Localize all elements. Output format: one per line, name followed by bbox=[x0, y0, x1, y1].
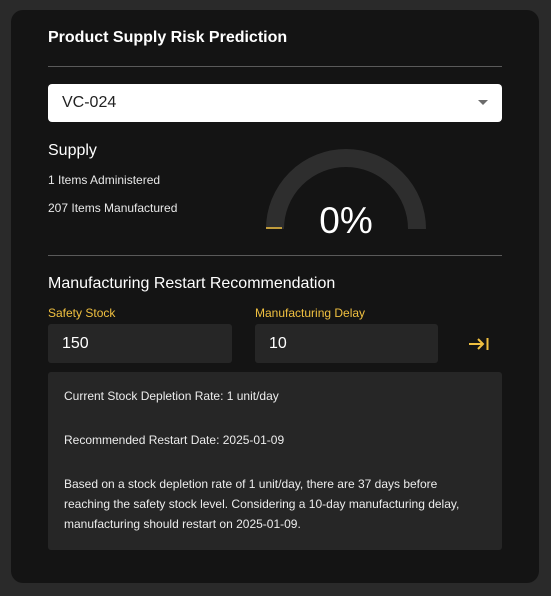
recommendation-result: Current Stock Depletion Rate: 1 unit/day… bbox=[48, 372, 502, 550]
calculate-restart-button[interactable] bbox=[465, 332, 493, 356]
card-title: Product Supply Risk Prediction bbox=[48, 29, 288, 46]
items-manufactured: 207 Items Manufactured bbox=[48, 201, 178, 215]
restart-date-text: Recommended Restart Date: 2025-01-09 bbox=[64, 433, 285, 447]
caret-down-icon[interactable] bbox=[478, 100, 488, 105]
product-select[interactable]: VC-024 bbox=[48, 84, 502, 122]
safety-stock-label: Safety Stock bbox=[48, 306, 116, 320]
items-administered: 1 Items Administered bbox=[48, 173, 161, 187]
depletion-rate-text: Current Stock Depletion Rate: 1 unit/day bbox=[64, 389, 279, 403]
supply-heading: Supply bbox=[48, 142, 97, 159]
safety-stock-input[interactable] bbox=[48, 324, 232, 363]
section-divider bbox=[48, 255, 502, 256]
supply-risk-card: Product Supply Risk Prediction VC-024 Su… bbox=[11, 10, 539, 583]
explanation-text: Based on a stock depletion rate of 1 uni… bbox=[64, 477, 460, 531]
manufacturing-delay-input[interactable] bbox=[255, 324, 438, 363]
gauge-percentage: 0% bbox=[319, 200, 373, 241]
manufacturing-delay-label: Manufacturing Delay bbox=[255, 306, 366, 320]
arrow-right-to-bar-icon bbox=[469, 338, 489, 350]
restart-recommendation-heading: Manufacturing Restart Recommendation bbox=[48, 275, 336, 292]
title-divider bbox=[48, 66, 502, 67]
product-select-value: VC-024 bbox=[62, 94, 117, 111]
